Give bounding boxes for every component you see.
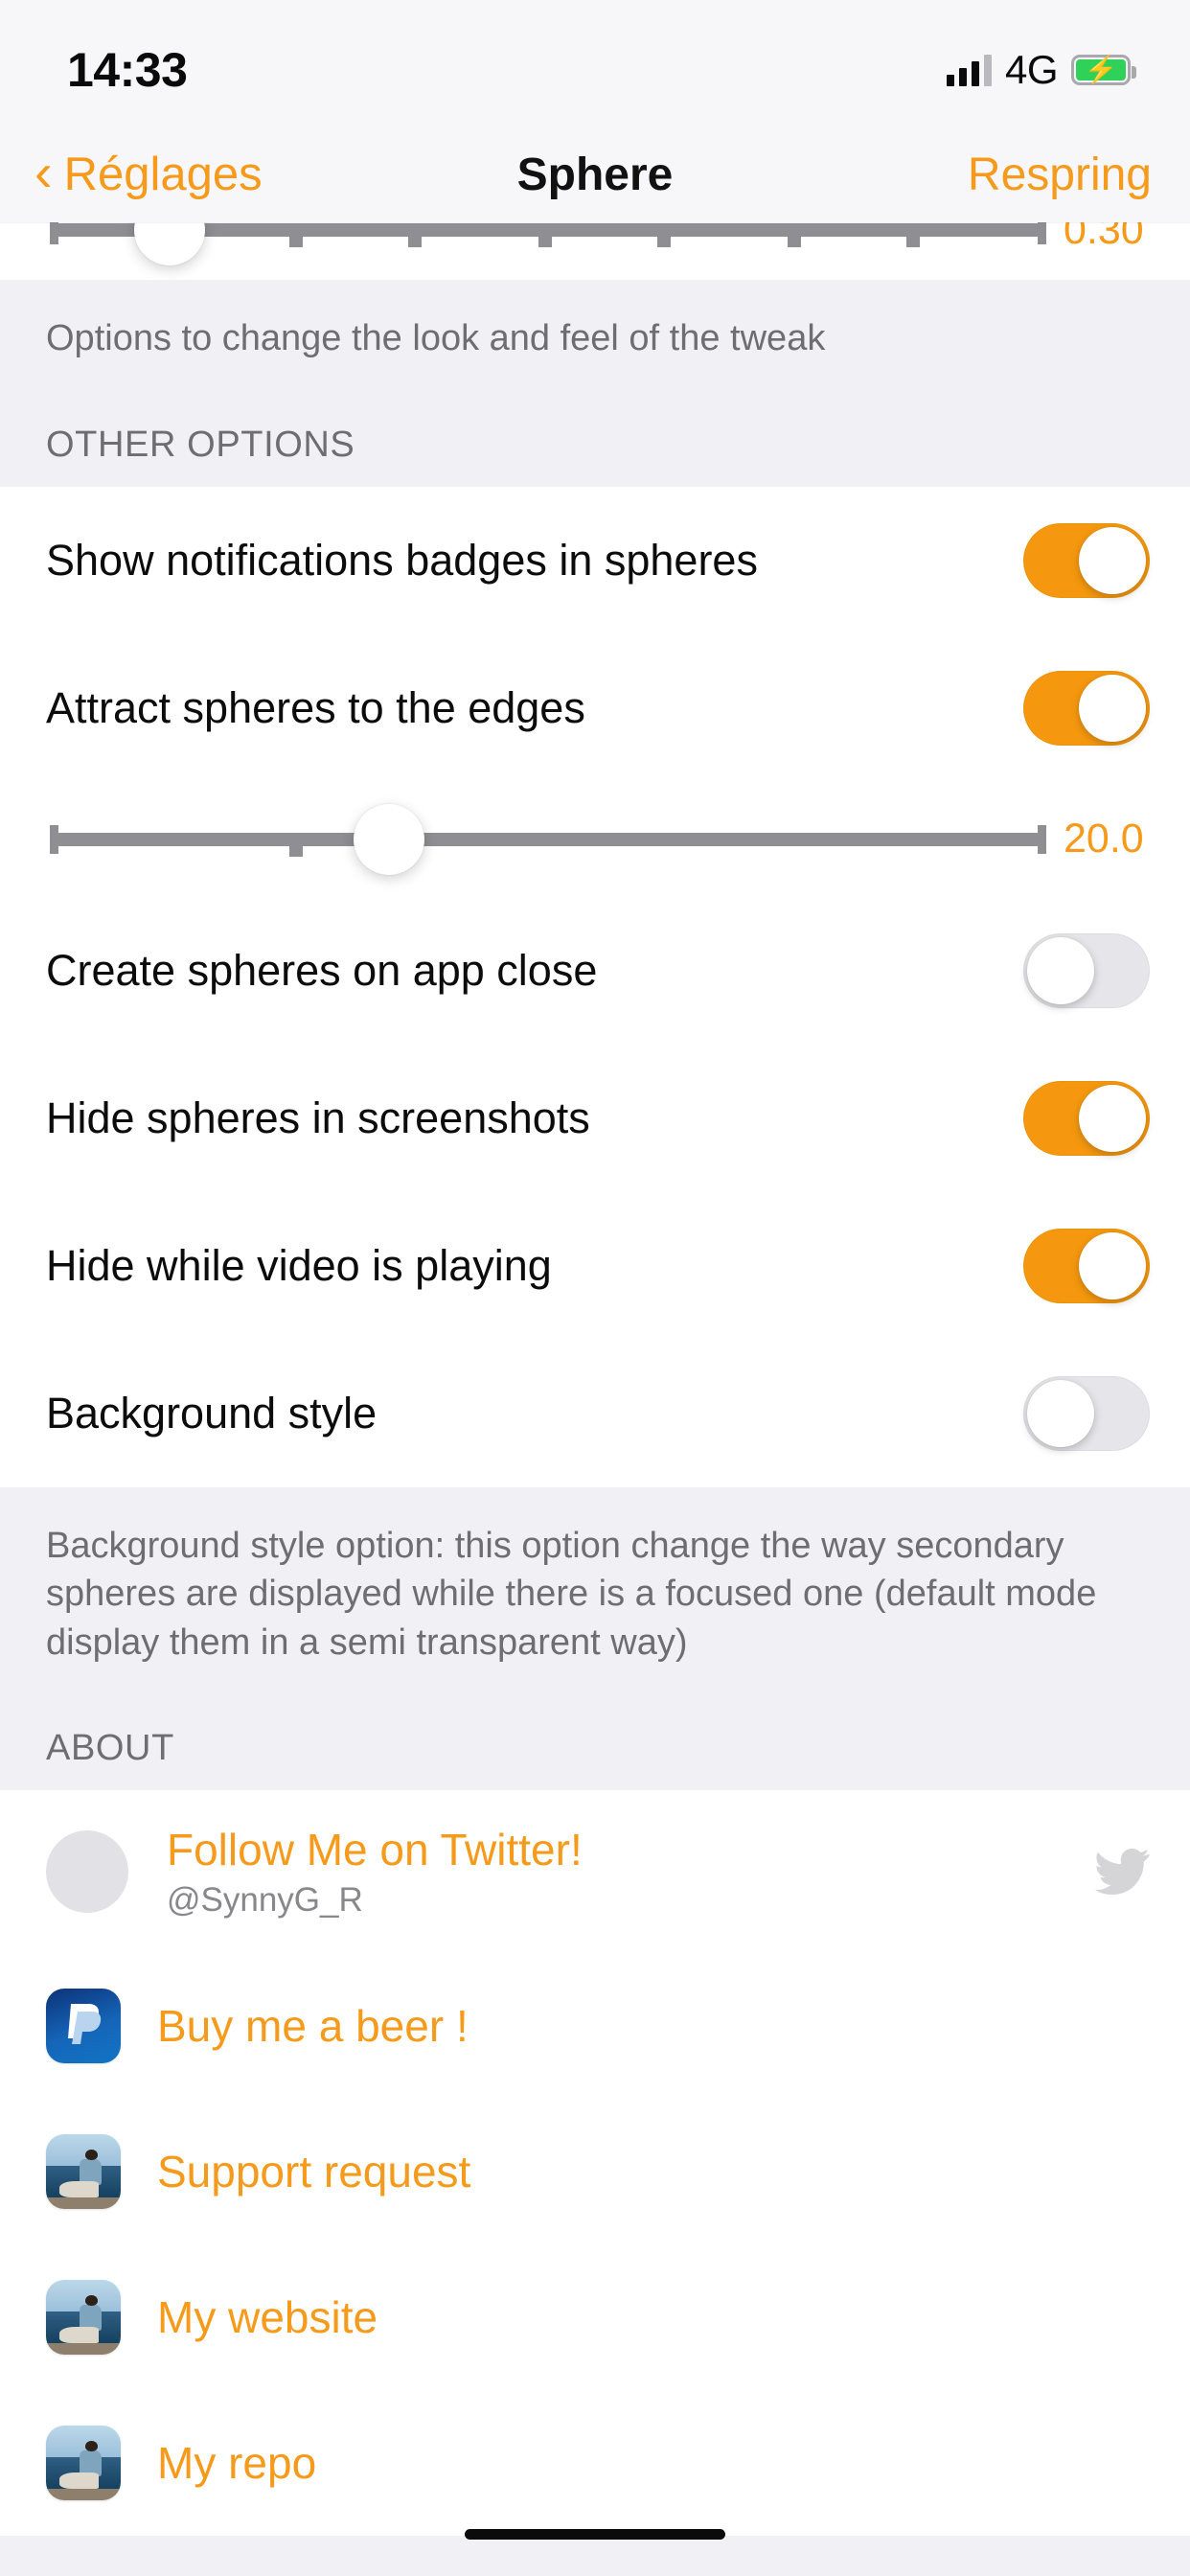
size-slider-row[interactable]: 20.0 [0,781,1190,897]
row-label: Hide while video is playing [46,1240,552,1290]
status-right-group: 4G ⚡ [946,34,1136,93]
row-create-spheres-app-close[interactable]: Create spheres on app close [0,896,1190,1045]
row-hide-while-video-playing[interactable]: Hide while video is playing [0,1191,1190,1340]
photo-avatar-icon [46,2426,121,2501]
slider-track [50,803,1046,875]
row-label: Show notifications badges in spheres [46,535,758,585]
link-label: My repo [157,2438,317,2489]
twitter-title: Follow Me on Twitter! [167,1825,583,1875]
back-button[interactable]: ‹ Réglages [34,142,263,202]
other-options-header: OTHER OPTIONS [0,391,1190,487]
photo-avatar-icon [46,2280,121,2356]
row-buy-me-a-beer[interactable]: Buy me a beer ! [0,1953,1190,2100]
row-follow-twitter[interactable]: Follow Me on Twitter! @SynnyG_R [0,1790,1190,1954]
link-label: Buy me a beer ! [157,2001,469,2052]
twitter-handle: @SynnyG_R [167,1881,363,1920]
row-attract-spheres-edges[interactable]: Attract spheres to the edges [0,633,1190,782]
row-show-notifications-badges[interactable]: Show notifications badges in spheres [0,486,1190,634]
opacity-slider-value: 0.30 [1064,222,1144,253]
bottom-spacer [0,2536,1190,2576]
row-background-style[interactable]: Background style [0,1339,1190,1487]
navigation-bar: ‹ Réglages Sphere Respring [0,126,1190,222]
respring-button[interactable]: Respring [968,149,1152,201]
link-label: Support request [157,2147,471,2197]
network-type-label: 4G [1004,47,1059,92]
photo-avatar-icon [46,2134,121,2210]
toggle-hide-while-video-playing[interactable] [1023,1228,1150,1303]
home-indicator[interactable] [465,2529,725,2540]
look-feel-footer-text: Options to change the look and feel of t… [0,280,1190,392]
row-label: Attract spheres to the edges [46,682,585,732]
row-my-website[interactable]: My website [0,2244,1190,2391]
toggle-background-style[interactable] [1023,1375,1150,1451]
slider-knob[interactable] [133,222,205,265]
chevron-left-icon: ‹ [34,142,53,202]
about-header: ABOUT [0,1695,1190,1791]
row-label: Background style [46,1388,378,1438]
background-style-footer-text: Background style option: this option cha… [0,1486,1190,1696]
opacity-slider[interactable] [50,222,1046,280]
row-hide-spheres-screenshots[interactable]: Hide spheres in screenshots [0,1044,1190,1192]
row-label: Hide spheres in screenshots [46,1092,590,1142]
toggle-create-spheres-app-close[interactable] [1023,932,1150,1008]
paypal-icon [46,1989,121,2064]
row-label: Create spheres on app close [46,945,598,995]
cellular-bars-icon [946,54,992,86]
toggle-hide-spheres-screenshots[interactable] [1023,1080,1150,1156]
status-bar: 14:33 4G ⚡ [0,0,1190,126]
size-slider-value: 20.0 [1064,816,1144,862]
back-button-label: Réglages [63,149,263,200]
size-slider[interactable] [50,782,1046,897]
toggle-attract-spheres-edges[interactable] [1023,670,1150,746]
status-time: 14:33 [67,43,188,97]
avatar-placeholder-icon [46,1830,128,1914]
battery-charging-icon: ⚡ [1071,55,1136,85]
link-label: My website [157,2292,378,2343]
twitter-bird-icon [1094,1849,1150,1896]
phone-screen: 14:33 4G ⚡ ‹ Réglages Sphere Respring 0.… [0,0,1190,2576]
slider-track [50,222,1046,265]
opacity-slider-row[interactable]: 0.30 [0,222,1190,280]
row-support-request[interactable]: Support request [0,2099,1190,2245]
toggle-show-notifications-badges[interactable] [1023,522,1150,598]
settings-scroll-view[interactable]: 0.30 Options to change the look and feel… [0,222,1190,2576]
slider-knob[interactable] [353,803,424,875]
row-my-repo[interactable]: My repo [0,2390,1190,2537]
